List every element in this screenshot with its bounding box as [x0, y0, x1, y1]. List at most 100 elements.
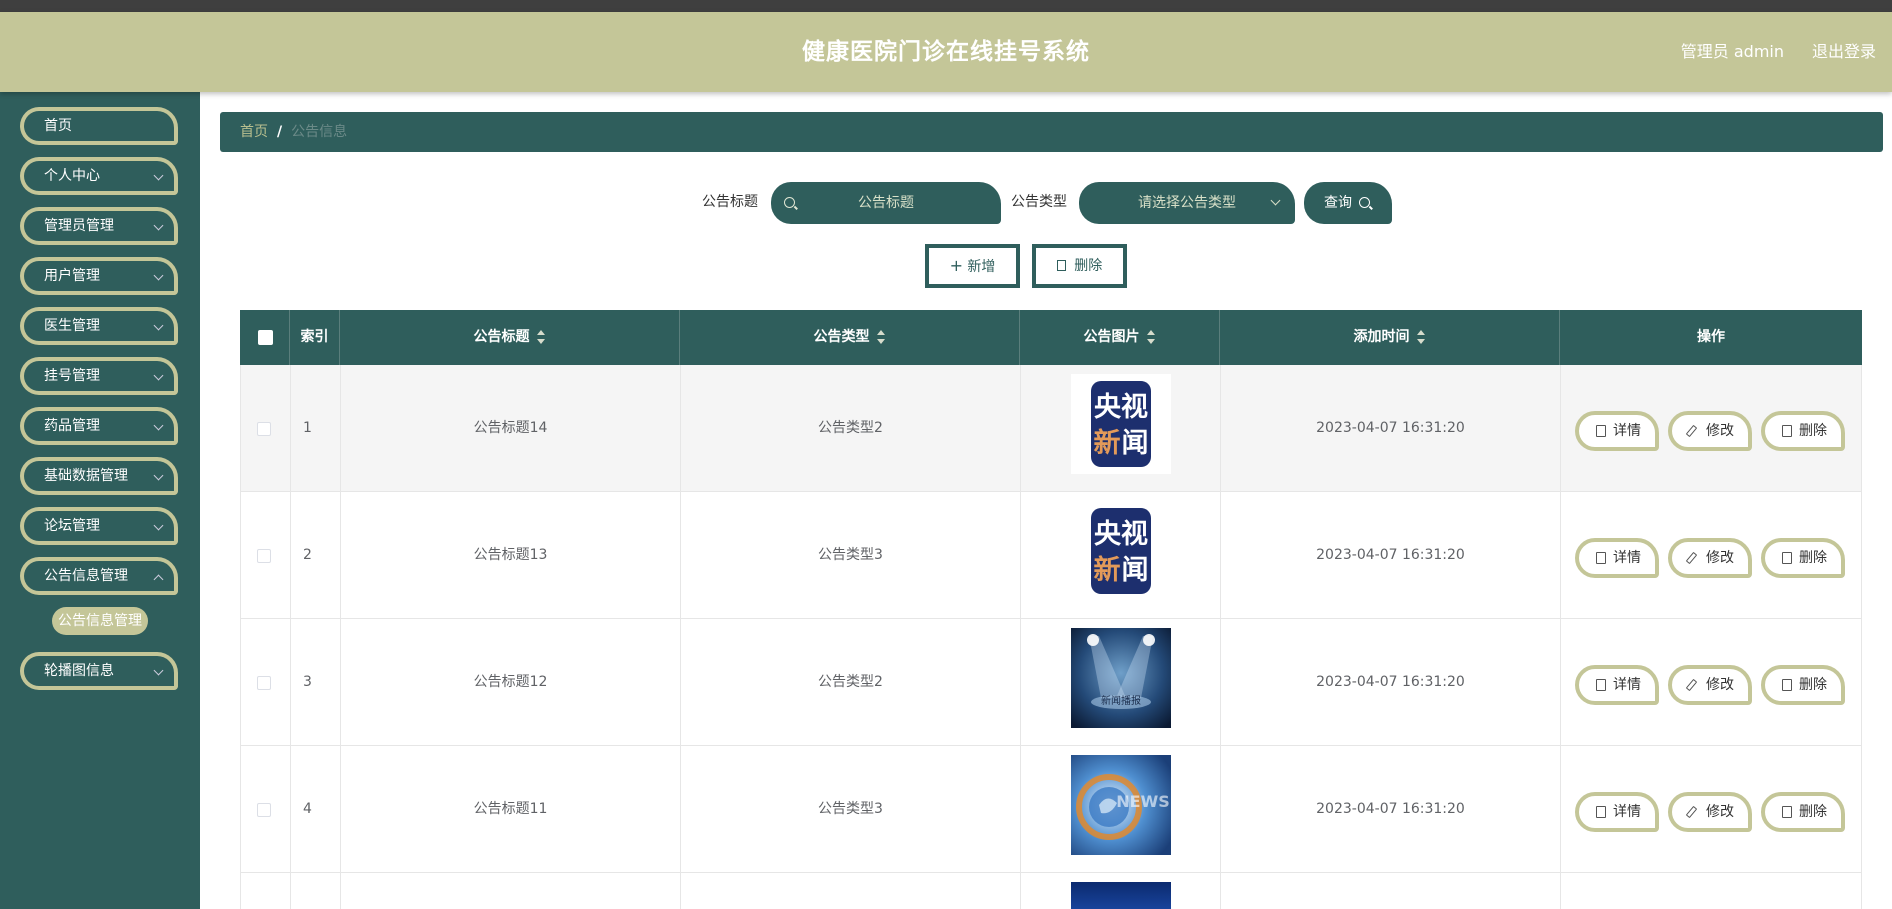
app-header: 健康医院门诊在线挂号系统 管理员 admin 退出登录 [0, 12, 1892, 92]
sidebar-item-doctor-management[interactable]: 医生管理 [20, 307, 178, 345]
select-all-checkbox[interactable] [258, 330, 273, 345]
detail-button[interactable]: 详情 [1575, 665, 1659, 705]
type-cell: 公告类型2 [681, 365, 1021, 492]
type-select[interactable]: 请选择公告类型 [1079, 182, 1295, 224]
header-actions: 操作 [1697, 329, 1725, 345]
news-image-partial[interactable] [1071, 882, 1171, 909]
chevron-down-icon [153, 320, 164, 331]
index-cell [291, 873, 341, 909]
breadcrumb: 首页 / 公告信息 [220, 112, 1883, 152]
header-image[interactable]: 公告图片 [1020, 310, 1220, 365]
row-checkbox[interactable] [257, 803, 271, 817]
header-time[interactable]: 添加时间 [1220, 310, 1560, 365]
sidebar-item-label: 管理员管理 [44, 218, 114, 234]
header-select-cell [240, 310, 290, 365]
sidebar-item-label: 轮播图信息 [44, 663, 114, 679]
header-title[interactable]: 公告标题 [340, 310, 680, 365]
edit-icon [1685, 551, 1698, 565]
add-button-label: 新增 [967, 259, 996, 275]
header-time-label: 添加时间 [1353, 329, 1410, 345]
table-row: 2 公告标题13 公告类型3 央视 新 闻 2023-04-07 16:31:2… [240, 492, 1862, 619]
detail-button[interactable]: 详情 [1575, 538, 1659, 578]
row-checkbox[interactable] [257, 549, 271, 563]
batch-delete-button[interactable]: 删除 [1032, 244, 1127, 288]
header-type[interactable]: 公告类型 [680, 310, 1020, 365]
delete-button[interactable]: 删除 [1761, 665, 1845, 705]
news-stage-image[interactable]: 新闻播报 [1071, 628, 1171, 728]
cctv-text-line2a: 新 [1094, 427, 1121, 459]
detail-button[interactable]: 详情 [1575, 792, 1659, 832]
edit-button[interactable]: 修改 [1668, 792, 1752, 832]
sidebar-item-registration-management[interactable]: 挂号管理 [20, 357, 178, 395]
delete-button[interactable]: 删除 [1761, 538, 1845, 578]
title-cell: 公告标题11 [341, 746, 681, 873]
delete-button[interactable]: 删除 [1761, 411, 1845, 451]
chevron-down-icon [153, 520, 164, 531]
query-button[interactable]: 查询 [1304, 182, 1392, 224]
header-index: 索引 [290, 310, 340, 365]
title-cell: 公告标题13 [341, 492, 681, 619]
news-globe-image[interactable]: NEWS [1071, 755, 1171, 855]
index-cell: 3 [291, 619, 341, 746]
select-cell [241, 365, 291, 492]
breadcrumb-home[interactable]: 首页 [240, 124, 268, 140]
sidebar-item-label: 挂号管理 [44, 368, 100, 384]
title-search-input[interactable]: 公告标题 [771, 182, 1001, 224]
chevron-down-icon [153, 220, 164, 231]
trash-icon [1782, 806, 1792, 818]
edit-button-label: 修改 [1706, 804, 1734, 820]
type-select-placeholder: 请选择公告类型 [1138, 195, 1236, 211]
delete-button[interactable]: 删除 [1761, 792, 1845, 832]
chevron-down-icon [153, 270, 164, 281]
edit-button[interactable]: 修改 [1668, 538, 1752, 578]
sidebar-item-notice-management[interactable]: 公告信息管理 [20, 557, 178, 595]
sidebar-item-medicine-management[interactable]: 药品管理 [20, 407, 178, 445]
row-checkbox[interactable] [257, 422, 271, 436]
header-title-label: 公告标题 [473, 329, 530, 345]
edit-button-label: 修改 [1706, 677, 1734, 693]
chevron-down-icon [1270, 195, 1281, 206]
time-cell: 2023-04-07 16:31:20 [1221, 492, 1561, 619]
cctv-text-line2b: 闻 [1122, 555, 1149, 586]
sidebar-item-admin-management[interactable]: 管理员管理 [20, 207, 178, 245]
query-button-label: 查询 [1324, 195, 1352, 211]
sidebar-item-home[interactable]: 首页 [20, 107, 178, 145]
time-cell: 2023-04-07 16:31:20 [1221, 746, 1561, 873]
chevron-down-icon [153, 665, 164, 676]
window-top-strip [0, 0, 1892, 12]
sort-icon [876, 330, 886, 344]
sidebar-item-base-data-management[interactable]: 基础数据管理 [20, 457, 178, 495]
detail-button-label: 详情 [1613, 804, 1641, 820]
edit-button[interactable]: 修改 [1668, 411, 1752, 451]
detail-button[interactable]: 详情 [1575, 411, 1659, 451]
cctv-news-image[interactable]: 央视 新 闻 [1071, 501, 1171, 601]
image-cell: 央视 新 闻 [1021, 492, 1221, 619]
row-checkbox[interactable] [257, 676, 271, 690]
globe-text: NEWS [1116, 792, 1170, 811]
logout-link[interactable]: 退出登录 [1812, 12, 1876, 92]
type-cell: 公告类型3 [681, 492, 1021, 619]
select-cell [241, 492, 291, 619]
edit-button[interactable]: 修改 [1668, 665, 1752, 705]
cctv-news-image[interactable]: 央视 新 闻 [1071, 374, 1171, 474]
trash-icon [1782, 679, 1792, 691]
plus-icon: + [949, 256, 963, 275]
type-cell [681, 873, 1021, 909]
search-icon [1359, 197, 1370, 208]
image-cell: 新闻播报 [1021, 619, 1221, 746]
actions-cell: 详情 修改 删除 [1561, 619, 1863, 746]
header-type-label: 公告类型 [813, 329, 870, 345]
chevron-down-icon [153, 170, 164, 181]
actions-cell: 详情 修改 删除 [1561, 365, 1863, 492]
time-cell: 2023-04-07 16:31:20 [1221, 619, 1561, 746]
sidebar-item-user-management[interactable]: 用户管理 [20, 257, 178, 295]
sidebar-item-label: 用户管理 [44, 268, 100, 284]
sidebar-item-forum-management[interactable]: 论坛管理 [20, 507, 178, 545]
add-button[interactable]: + 新增 [925, 244, 1020, 288]
time-cell [1221, 873, 1561, 909]
delete-button-label: 删除 [1799, 423, 1827, 439]
sidebar-item-personal-center[interactable]: 个人中心 [20, 157, 178, 195]
sidebar-item-carousel-info[interactable]: 轮播图信息 [20, 652, 178, 690]
submenu-item-notice-management[interactable]: 公告信息管理 [52, 607, 148, 635]
delete-button-label: 删除 [1074, 258, 1103, 274]
